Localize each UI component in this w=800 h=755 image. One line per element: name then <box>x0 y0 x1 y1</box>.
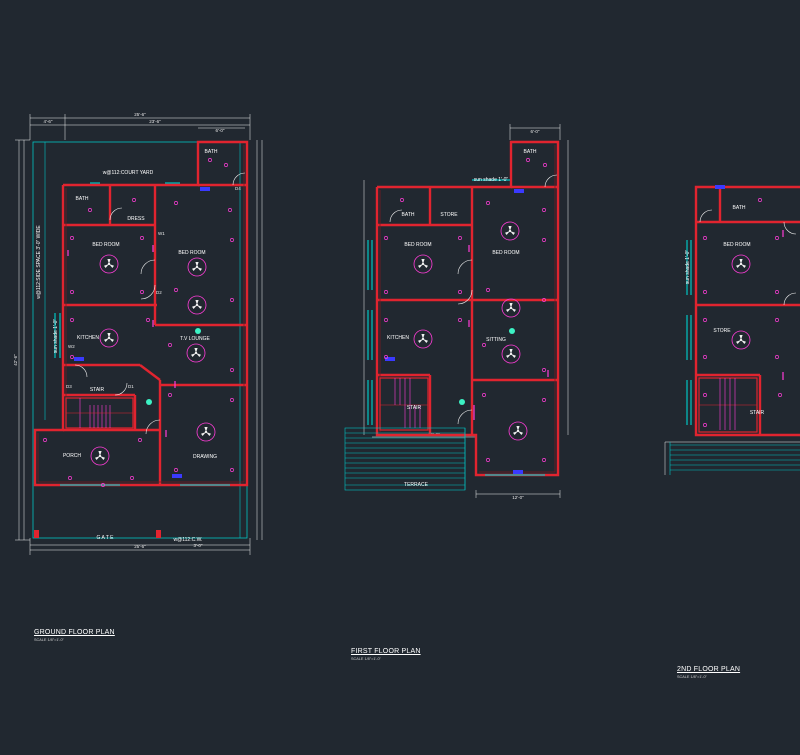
first-floor-scale: SCALE 1/8"=1'-0" <box>351 657 381 661</box>
ground-window-w1: W1 <box>158 231 165 236</box>
ground-side-space: w@112:SIDE SPACE 3'-0" WIDE <box>36 225 42 299</box>
second-floor-plan: BATH BED ROOM STORE STAIR sun shade 1'-0… <box>664 185 800 475</box>
ground-electric-points <box>43 158 234 487</box>
ground-door-d2: D2 <box>156 290 162 295</box>
ground-room-bedroom2: BED ROOM <box>178 250 205 256</box>
second-room-store: STORE <box>713 328 731 334</box>
ground-window-w2: W2 <box>68 344 75 349</box>
ground-room-dress: DRESS <box>127 216 145 222</box>
ground-windows <box>54 182 230 486</box>
first-room-sitting: SITTING <box>486 337 506 343</box>
second-room-bedroom: BED ROOM <box>723 242 750 248</box>
ground-door-d4: D4 <box>235 186 241 191</box>
ground-room-bath: BATH <box>205 149 218 155</box>
ground-plot-boundary <box>32 141 248 539</box>
ground-dim-bath-width: 6'-0" <box>216 128 225 133</box>
second-sun-shade: sun shade 1'-0" <box>685 250 691 285</box>
second-room-stair: STAIR <box>750 410 765 416</box>
first-dim-bath-width: 6'-0" <box>531 129 540 134</box>
first-terrace <box>344 427 466 491</box>
first-room-bedroom1: BED ROOM <box>404 242 431 248</box>
first-room-terrace: TERRACE <box>404 482 429 488</box>
ground-door-d1: D1 <box>128 384 134 389</box>
first-room-store: STORE <box>440 212 458 218</box>
second-fan-bedroom <box>731 254 751 274</box>
ground-ceiling-fans <box>90 254 216 466</box>
first-electric-points <box>384 158 547 462</box>
first-room-bath: BATH <box>524 149 537 155</box>
floor-plan-drawing: 25'-6" 23'-6" 4'-6" 6'-0" 25'-6" 42'-6" <box>13 112 800 555</box>
ground-floor-scale: SCALE 1/8"=1'-0" <box>34 638 64 642</box>
first-floor-plan: 6'-0" 12'-0" 15'-0" BATH BATH STORE BED … <box>344 124 569 500</box>
first-room-bedroom2: BED ROOM <box>492 250 519 256</box>
ground-room-bedroom1: BED ROOM <box>92 242 119 248</box>
second-room-bath: BATH <box>733 205 746 211</box>
first-stair <box>379 377 429 431</box>
ground-gate: G A T E <box>96 535 114 541</box>
ground-court-yard: w@112:COURT YARD <box>103 170 154 176</box>
ground-room-tv-lounge: T.V LOUNGE <box>180 336 210 342</box>
ground-door-d3: D3 <box>66 384 72 389</box>
first-dimension-lines <box>363 124 569 498</box>
ground-cw-dim: 3'-0" <box>194 543 203 548</box>
second-fan-store <box>731 330 751 350</box>
ground-dim-left: 42'-6" <box>13 354 18 366</box>
ground-room-bath2: BATH <box>76 196 89 202</box>
second-stair <box>698 377 758 433</box>
ground-stair <box>65 397 134 429</box>
ground-dim-bottom: 25'-6" <box>134 544 146 549</box>
ground-room-porch: PORCH <box>63 453 81 459</box>
ground-room-kitchen: KITCHEN <box>77 335 99 341</box>
first-walls <box>375 140 560 477</box>
ground-dim-left-offset: 4'-6" <box>44 119 53 124</box>
second-floor-scale: SCALE 1/8"=1'-0" <box>677 675 707 679</box>
second-terrace <box>669 442 800 475</box>
ground-sun-shade: sun shade 1'-0" <box>53 319 59 354</box>
ground-dim-top-inner: 23'-6" <box>149 119 161 124</box>
first-room-bath2: BATH <box>402 212 415 218</box>
first-room-stair: STAIR <box>407 405 422 411</box>
ground-floor-title: GROUND FLOOR PLAN <box>34 629 115 636</box>
ground-dim-top-outer: 25'-6" <box>134 112 146 117</box>
second-floor-title: 2ND FLOOR PLAN <box>677 666 741 673</box>
first-dim-bottom: 12'-0" <box>512 495 524 500</box>
ground-room-stair: STAIR <box>90 387 105 393</box>
first-floor-title: FIRST FLOOR PLAN <box>351 648 421 655</box>
first-room-kitchen: KITCHEN <box>387 335 409 341</box>
ground-floor-plan: 25'-6" 23'-6" 4'-6" 6'-0" 25'-6" 42'-6" <box>13 112 263 555</box>
first-sun-shade: sun shade 1'-0" <box>474 177 509 183</box>
ground-room-drawing: DRAWING <box>193 454 217 460</box>
